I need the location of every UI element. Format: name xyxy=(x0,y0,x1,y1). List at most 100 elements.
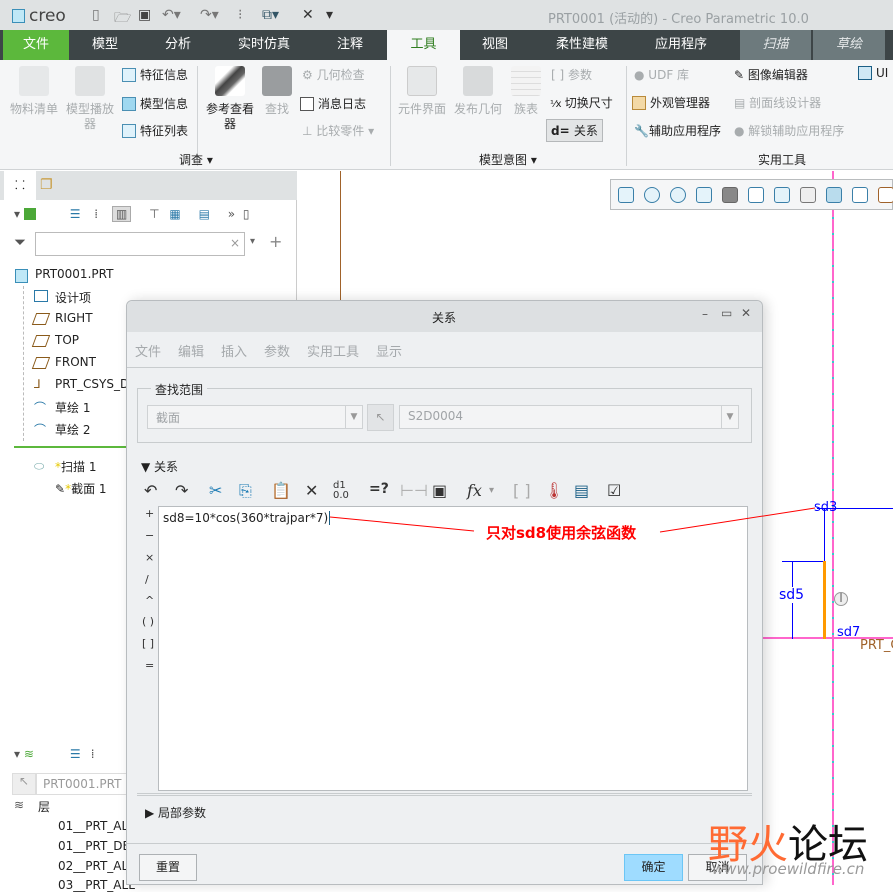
dropdown-icon[interactable]: ▾ xyxy=(250,236,255,247)
parameters-button[interactable]: [ ] 参数 xyxy=(551,66,592,83)
find-button[interactable]: 查找 xyxy=(258,66,296,117)
evaluate-icon[interactable]: =? xyxy=(369,481,389,497)
operator-parentheses[interactable]: ( ) xyxy=(142,615,154,628)
notes-icon[interactable]: ▯ xyxy=(243,207,250,221)
menu-file[interactable]: 文件 xyxy=(135,341,161,360)
appearance-manager-button[interactable]: 外观管理器 xyxy=(632,94,710,111)
minimize-icon[interactable]: – xyxy=(702,307,708,321)
section-icon[interactable] xyxy=(826,187,842,203)
tab-analysis[interactable]: 分析 xyxy=(148,30,208,60)
geometry-check-button[interactable]: ⚙ 几何检查 xyxy=(302,66,365,83)
layer-item[interactable]: 02__PRT_ALL xyxy=(58,859,135,873)
display-style-icon[interactable] xyxy=(722,187,738,203)
units-sensitivity-icon[interactable]: ▣ xyxy=(432,481,447,500)
relations-editor[interactable]: sd8=10*cos(360*trajpar*7) xyxy=(158,506,748,791)
relations-section-toggle[interactable]: ▼ 关系 xyxy=(141,458,178,475)
repaint-icon[interactable] xyxy=(696,187,712,203)
collapse-icon[interactable]: ⁞ xyxy=(91,747,95,761)
tree-item-right[interactable]: RIGHT xyxy=(55,311,93,325)
menu-insert[interactable]: 插入 xyxy=(221,341,247,360)
datum-display-icon[interactable] xyxy=(852,187,868,203)
tab-annotate[interactable]: 注释 xyxy=(320,30,380,60)
dimension-sd7[interactable]: sd7 xyxy=(837,625,860,640)
function-dropdown-icon[interactable]: ▾ xyxy=(489,485,494,496)
relation-line[interactable]: sd8=10*cos(360*trajpar*7) xyxy=(163,511,331,525)
dimension-sd5[interactable]: sd5 xyxy=(779,587,805,603)
bom-button[interactable]: 物料清单 xyxy=(6,66,62,117)
model-info-button[interactable]: 模型信息 xyxy=(122,95,188,112)
model-tree-tab-icon[interactable]: ⸬ xyxy=(4,171,36,200)
operator-brackets[interactable]: [ ] xyxy=(142,637,154,650)
operator-equals[interactable]: = xyxy=(145,659,154,672)
brackets-icon[interactable]: [ ] xyxy=(513,481,531,500)
lookin-type-select[interactable]: 截面 ▼ xyxy=(147,405,363,429)
select-model-icon[interactable]: ↖ xyxy=(12,773,36,795)
unit-icon[interactable]: ⊢⊣ xyxy=(400,481,428,500)
tab-model[interactable]: 模型 xyxy=(75,30,135,60)
regenerate-icon[interactable]: ⁝ xyxy=(238,7,242,23)
operator-minus[interactable]: − xyxy=(145,529,154,542)
delete-icon[interactable]: ✕ xyxy=(305,481,318,500)
aux-applications-button[interactable]: 🔧辅助应用程序 xyxy=(634,122,721,139)
tree-search-input[interactable] xyxy=(35,232,245,256)
tab-tools[interactable]: 工具 xyxy=(387,30,460,60)
verify-icon[interactable]: ☑ xyxy=(607,481,621,500)
group-investigate[interactable]: 调查 ▾ xyxy=(179,151,213,168)
new-icon[interactable]: ▯ xyxy=(92,7,100,23)
folder-browser-tab-icon[interactable]: ❐ xyxy=(40,177,53,193)
show-dropdown-icon[interactable]: ▾ xyxy=(14,747,20,761)
expand-icon[interactable]: ☰ xyxy=(70,747,81,761)
operator-multiply[interactable]: × xyxy=(145,551,154,564)
tree-item-sweep-1[interactable]: *扫描 1 xyxy=(55,458,96,475)
tree-item-front[interactable]: FRONT xyxy=(55,355,96,369)
tab-flexible-modeling[interactable]: 柔性建模 xyxy=(542,30,622,60)
operator-divide[interactable]: / xyxy=(145,573,149,586)
execute-icon[interactable]: ▤ xyxy=(574,481,589,500)
image-editor-button[interactable]: ✎ 图像编辑器 xyxy=(734,66,808,83)
relations-button[interactable]: d= 关系 xyxy=(546,119,603,142)
reset-button[interactable]: 重置 xyxy=(139,854,197,881)
select-cursor-icon[interactable]: ↖ xyxy=(367,404,394,431)
open-icon[interactable]: 🗁 xyxy=(114,7,131,31)
redo-icon[interactable]: ↷▾ xyxy=(200,7,219,23)
view-manager-icon[interactable] xyxy=(774,187,790,203)
tab-applications[interactable]: 应用程序 xyxy=(641,30,721,60)
undo-icon[interactable]: ↶ xyxy=(144,481,157,500)
sort-relations-icon[interactable]: 🌡 xyxy=(544,481,564,500)
ui-button[interactable]: UI xyxy=(858,66,888,80)
udf-library-button[interactable]: ● UDF 库 xyxy=(634,66,689,83)
clear-icon[interactable]: × xyxy=(230,236,240,250)
zoom-in-icon[interactable] xyxy=(644,187,660,203)
expand-icon[interactable]: ☰ xyxy=(70,207,81,221)
tab-view[interactable]: 视图 xyxy=(465,30,525,60)
tree-item-design-items[interactable]: 设计项 xyxy=(55,289,91,306)
tab-file[interactable]: 文件 xyxy=(3,30,69,60)
tab-simulation[interactable]: 实时仿真 xyxy=(224,30,304,60)
zoom-out-icon[interactable] xyxy=(670,187,686,203)
reference-viewer-button[interactable]: 参考查看器 xyxy=(202,66,258,132)
tree-root[interactable]: PRT0001.PRT xyxy=(35,267,113,281)
group-model-intent[interactable]: 模型意图 ▾ xyxy=(479,151,537,168)
lookin-item-select[interactable]: S2D0004 ▼ xyxy=(399,405,739,429)
saved-views-icon[interactable] xyxy=(748,187,764,203)
tree-columns-icon[interactable]: ▦ xyxy=(169,207,180,221)
menu-edit[interactable]: 编辑 xyxy=(178,341,204,360)
tree-item-section-1[interactable]: ✎*截面 1 xyxy=(55,480,107,497)
feature-list-button[interactable]: 特征列表 xyxy=(122,122,188,139)
vertical-constraint-icon[interactable]: | xyxy=(834,592,848,606)
operator-power[interactable]: ^ xyxy=(145,594,154,607)
sketch-line[interactable] xyxy=(823,561,826,639)
tree-filter-icon[interactable]: ⊤ xyxy=(149,207,159,221)
refit-icon[interactable] xyxy=(618,187,634,203)
function-icon[interactable]: fx xyxy=(467,481,482,500)
switch-dimensions-button[interactable]: ⅟x 切换尺寸 xyxy=(550,94,613,111)
xhatch-designer-button[interactable]: ▤ 剖面线设计器 xyxy=(734,94,821,111)
tab-sketch[interactable]: 草绘 xyxy=(813,30,885,60)
tab-sweep[interactable]: 扫描 xyxy=(740,30,811,60)
settings-icon[interactable]: ▤ xyxy=(199,207,210,221)
publish-geometry-button[interactable]: 发布几何 xyxy=(450,66,506,117)
unlock-aux-button[interactable]: ● 解锁辅助应用程序 xyxy=(734,122,844,139)
windows-icon[interactable]: ⧉▾ xyxy=(262,7,279,23)
undo-icon[interactable]: ↶▾ xyxy=(162,7,181,23)
operator-plus[interactable]: + xyxy=(145,507,154,520)
